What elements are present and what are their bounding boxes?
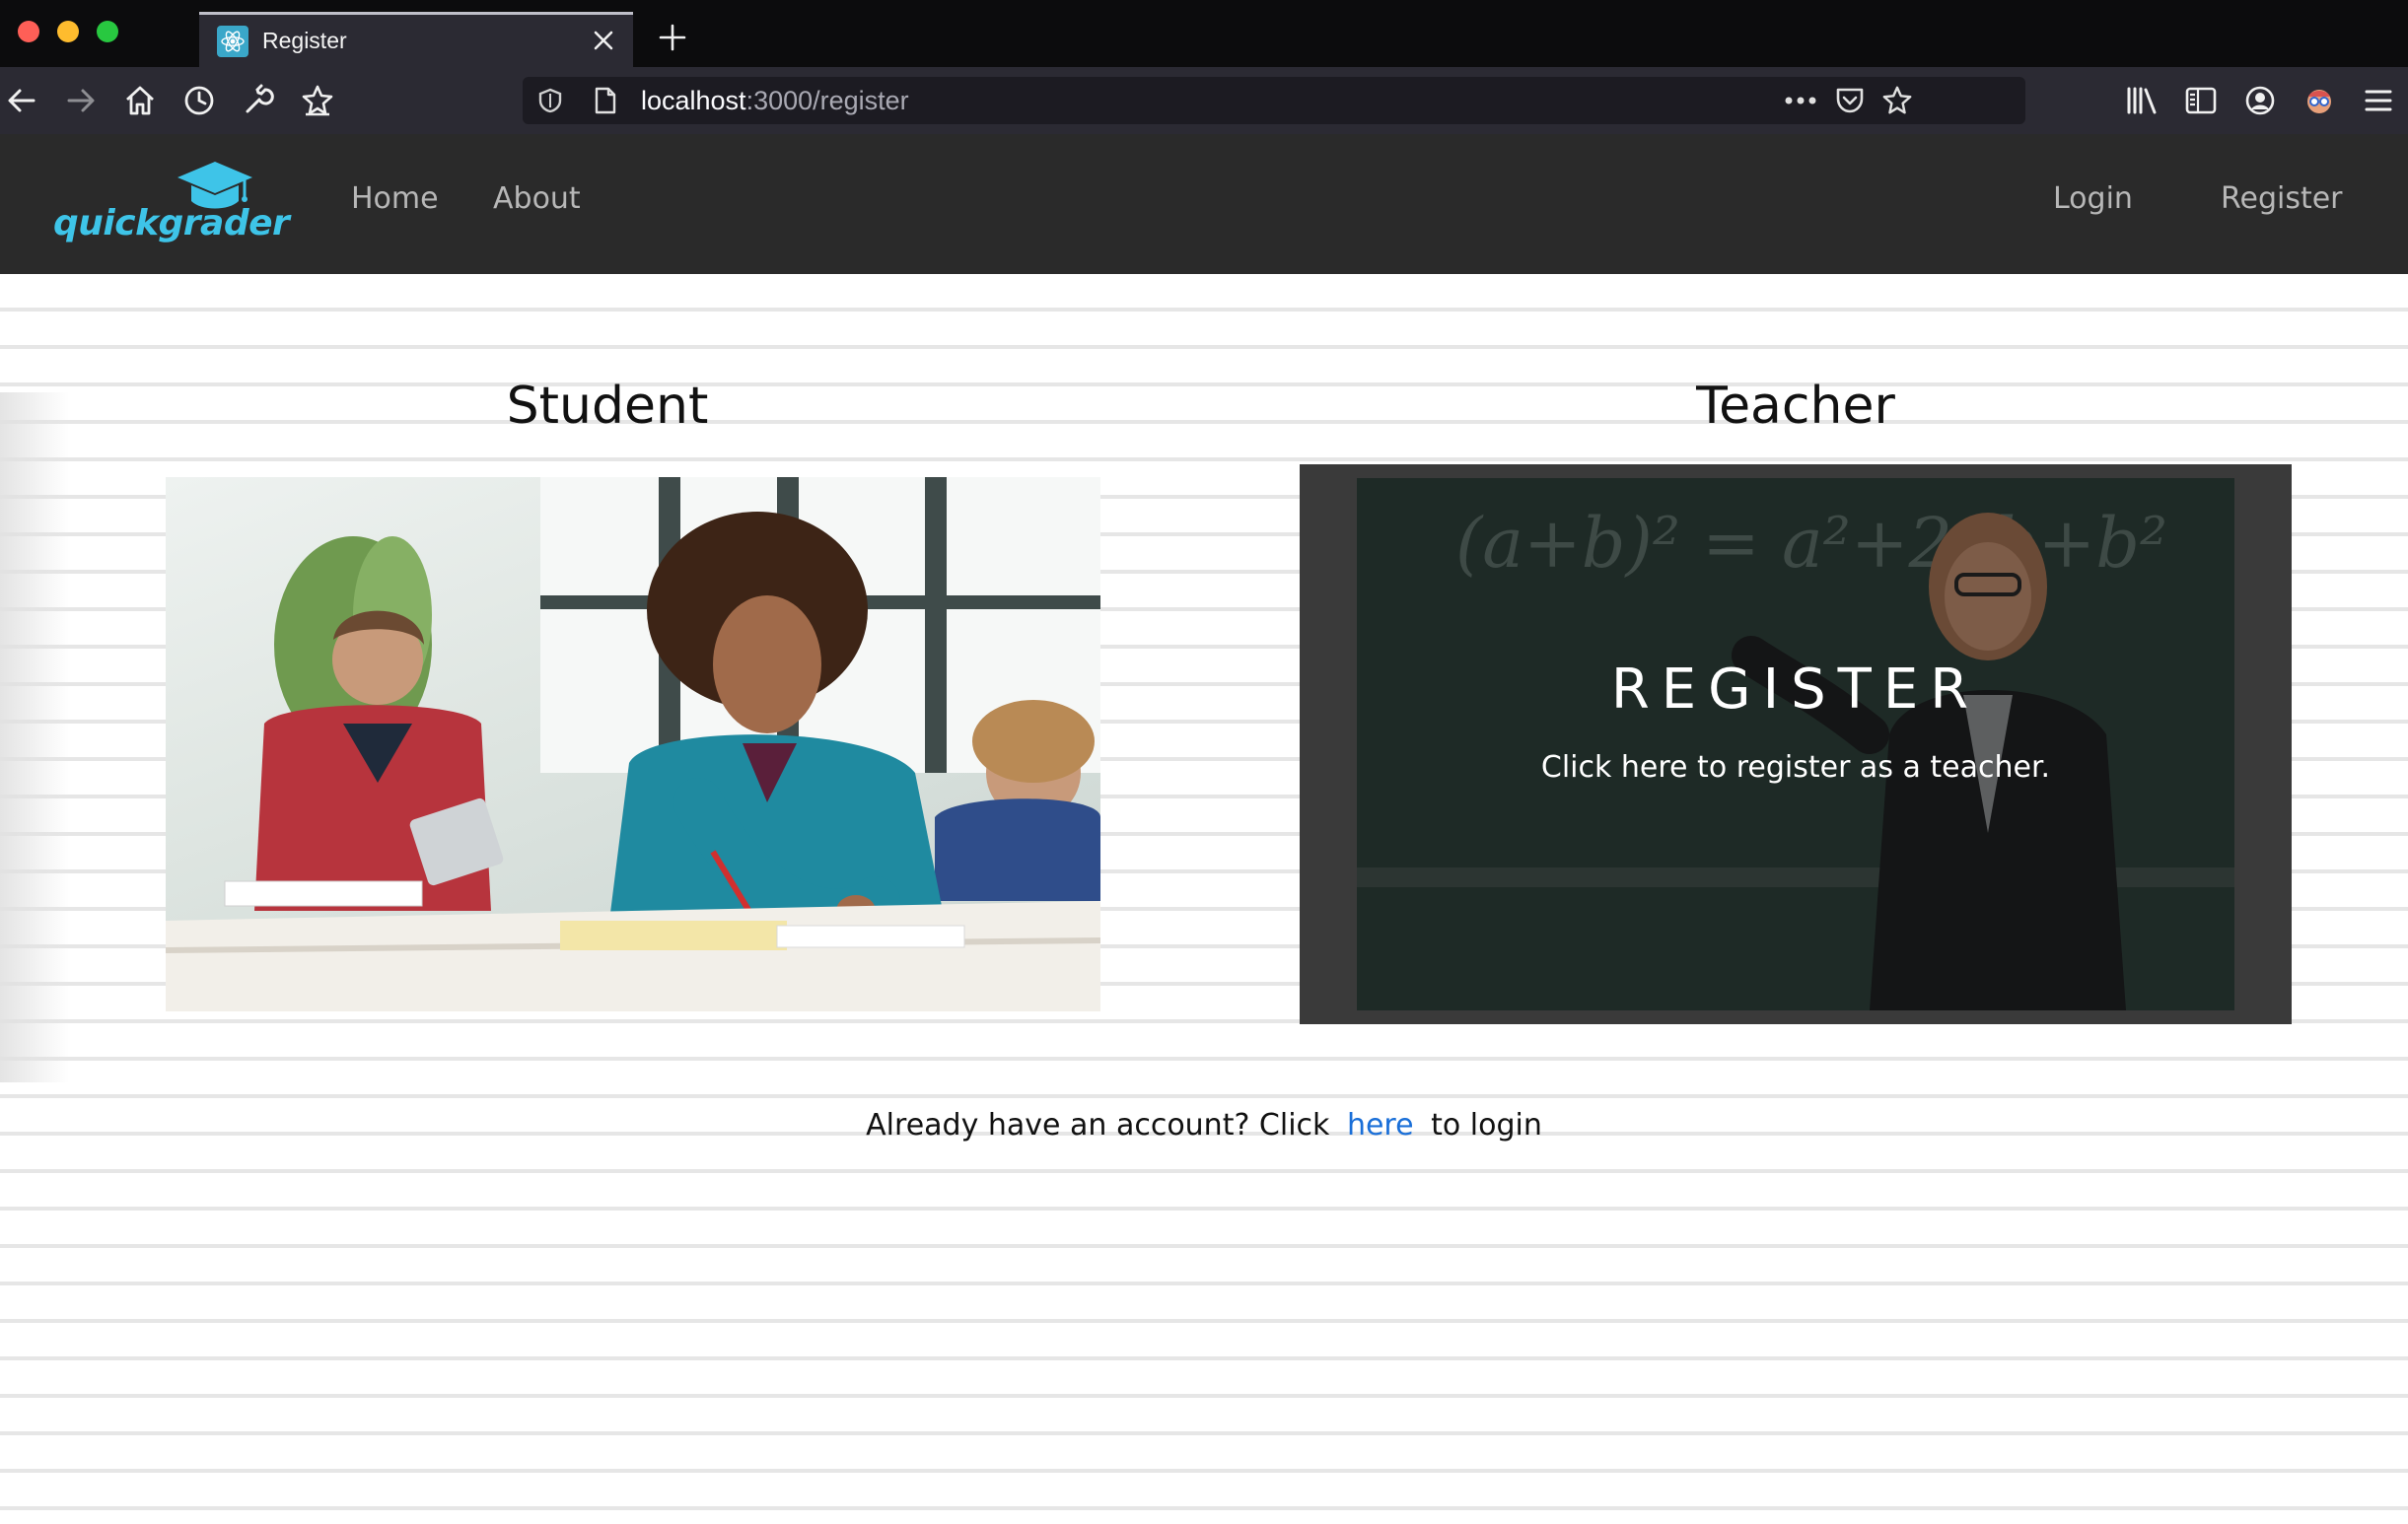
teacher-register-description: Click here to register as a teacher. — [1540, 750, 2051, 785]
close-window-button[interactable] — [18, 21, 39, 42]
page-edge-shadow — [0, 392, 69, 1082]
tab-title: Register — [262, 28, 347, 53]
chalkboard-image: (a+b)² = a²+2ab+b² — [1357, 478, 2234, 1010]
nav-about-link[interactable]: About — [493, 181, 581, 216]
close-icon[interactable] — [588, 25, 619, 56]
new-tab-icon[interactable] — [655, 20, 690, 55]
quickgrader-logo[interactable]: quickgrader — [53, 158, 290, 256]
nav-home-link[interactable]: Home — [351, 181, 439, 216]
star-icon[interactable] — [1879, 85, 1915, 116]
wrench-icon[interactable] — [241, 83, 276, 118]
more-icon[interactable] — [1783, 85, 1818, 116]
home-icon[interactable] — [122, 83, 158, 118]
login-here-link[interactable]: here — [1347, 1108, 1414, 1143]
pocket-icon[interactable] — [1832, 85, 1868, 116]
browser-toolbar: localhost:3000/register — [0, 67, 2408, 134]
url-host: localhost — [641, 86, 746, 115]
teacher-register-heading: REGISTER — [1610, 658, 1981, 722]
register-page-content: Student Teacher (a+b)² = a²+2ab+b² REGIS… — [0, 274, 2408, 1524]
url-text[interactable]: localhost:3000/register — [641, 86, 909, 115]
minimize-window-button[interactable] — [57, 21, 79, 42]
logo-text: quickgrader — [53, 203, 290, 243]
login-prompt: Already have an account? Click here to l… — [0, 1108, 2408, 1143]
page-icon[interactable] — [592, 86, 619, 115]
browser-tab-bar: Register — [0, 0, 2408, 67]
login-prompt-suffix: to login — [1431, 1108, 1542, 1143]
menu-icon[interactable] — [2361, 83, 2396, 118]
bookmark-star-icon[interactable] — [300, 83, 335, 118]
account-icon[interactable] — [2242, 83, 2278, 118]
student-heading: Student — [506, 377, 709, 436]
sidebar-icon[interactable] — [2183, 83, 2219, 118]
browser-tab-active[interactable]: Register — [199, 12, 633, 67]
back-icon[interactable] — [4, 83, 39, 118]
nav-register-link[interactable]: Register — [2221, 181, 2343, 216]
chalkboard-formula: (a+b)² = a²+2ab+b² — [1455, 503, 2167, 584]
url-path: :3000/register — [745, 86, 909, 115]
extension-icon[interactable] — [2302, 83, 2337, 118]
react-favicon-icon — [217, 25, 248, 57]
student-register-image[interactable] — [166, 477, 1100, 1011]
maximize-window-button[interactable] — [97, 21, 118, 42]
url-bar[interactable]: localhost:3000/register — [523, 77, 2025, 124]
site-navbar: quickgrader Home About Login Register — [0, 134, 2408, 274]
login-prompt-prefix: Already have an account? Click — [866, 1108, 1330, 1143]
shield-icon[interactable] — [536, 87, 564, 114]
nav-login-link[interactable]: Login — [2053, 181, 2133, 216]
teacher-register-card[interactable]: (a+b)² = a²+2ab+b² REGISTER Click here t… — [1300, 464, 2292, 1024]
forward-icon[interactable] — [63, 83, 99, 118]
teacher-heading: Teacher — [1696, 377, 1895, 436]
library-icon[interactable] — [2124, 83, 2160, 118]
history-icon[interactable] — [181, 83, 217, 118]
